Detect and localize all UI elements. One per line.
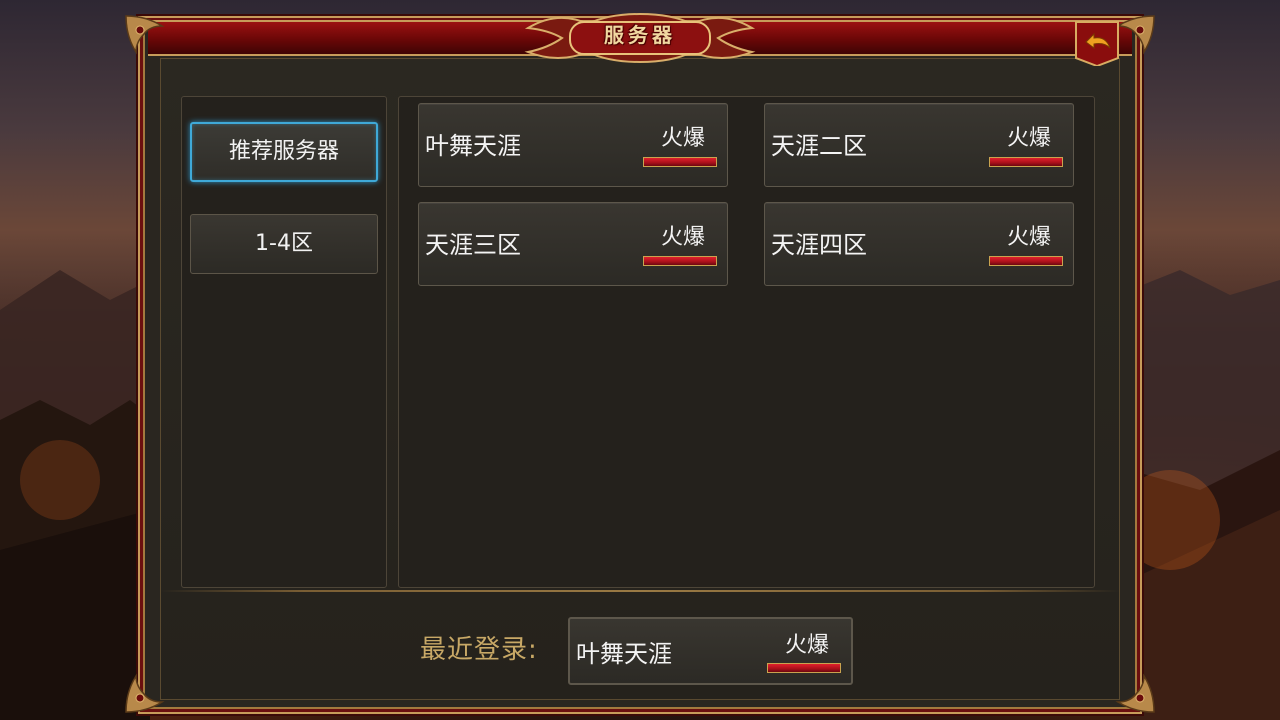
recent-login-label: 最近登录: xyxy=(420,635,538,665)
status-hot-bar xyxy=(643,157,717,167)
status-hot-bar xyxy=(989,157,1063,167)
corner-ornament-bottom-right xyxy=(1115,673,1155,713)
server-status: 火爆 xyxy=(784,633,829,658)
recent-server-card[interactable]: 叶舞天涯 火爆 xyxy=(568,617,853,685)
section-divider xyxy=(160,590,1120,592)
back-button[interactable] xyxy=(1074,20,1120,66)
server-card[interactable]: 天涯四区 火爆 xyxy=(764,202,1074,286)
status-hot-bar xyxy=(989,256,1063,266)
server-card[interactable]: 叶舞天涯 火爆 xyxy=(418,103,728,187)
corner-ornament-bottom-left xyxy=(125,673,165,713)
server-name: 天涯四区 xyxy=(771,231,867,259)
server-card[interactable]: 天涯二区 火爆 xyxy=(764,103,1074,187)
corner-ornament-top-left xyxy=(125,15,165,55)
status-hot-bar xyxy=(643,256,717,266)
server-name: 天涯二区 xyxy=(771,132,867,160)
server-card[interactable]: 天涯三区 火爆 xyxy=(418,202,728,286)
server-name: 叶舞天涯 xyxy=(576,640,672,668)
server-name: 天涯三区 xyxy=(425,231,521,259)
server-status: 火爆 xyxy=(1006,126,1051,151)
server-status: 火爆 xyxy=(660,126,705,151)
server-status: 火爆 xyxy=(660,225,705,250)
category-1-4-button[interactable]: 1-4区 xyxy=(190,214,378,274)
server-status: 火爆 xyxy=(1006,225,1051,250)
corner-ornament-top-right xyxy=(1115,15,1155,55)
status-hot-bar xyxy=(767,663,841,673)
page-title: 服务器 xyxy=(604,23,676,47)
category-recommended-button[interactable]: 推荐服务器 xyxy=(190,122,378,182)
server-name: 叶舞天涯 xyxy=(425,132,521,160)
